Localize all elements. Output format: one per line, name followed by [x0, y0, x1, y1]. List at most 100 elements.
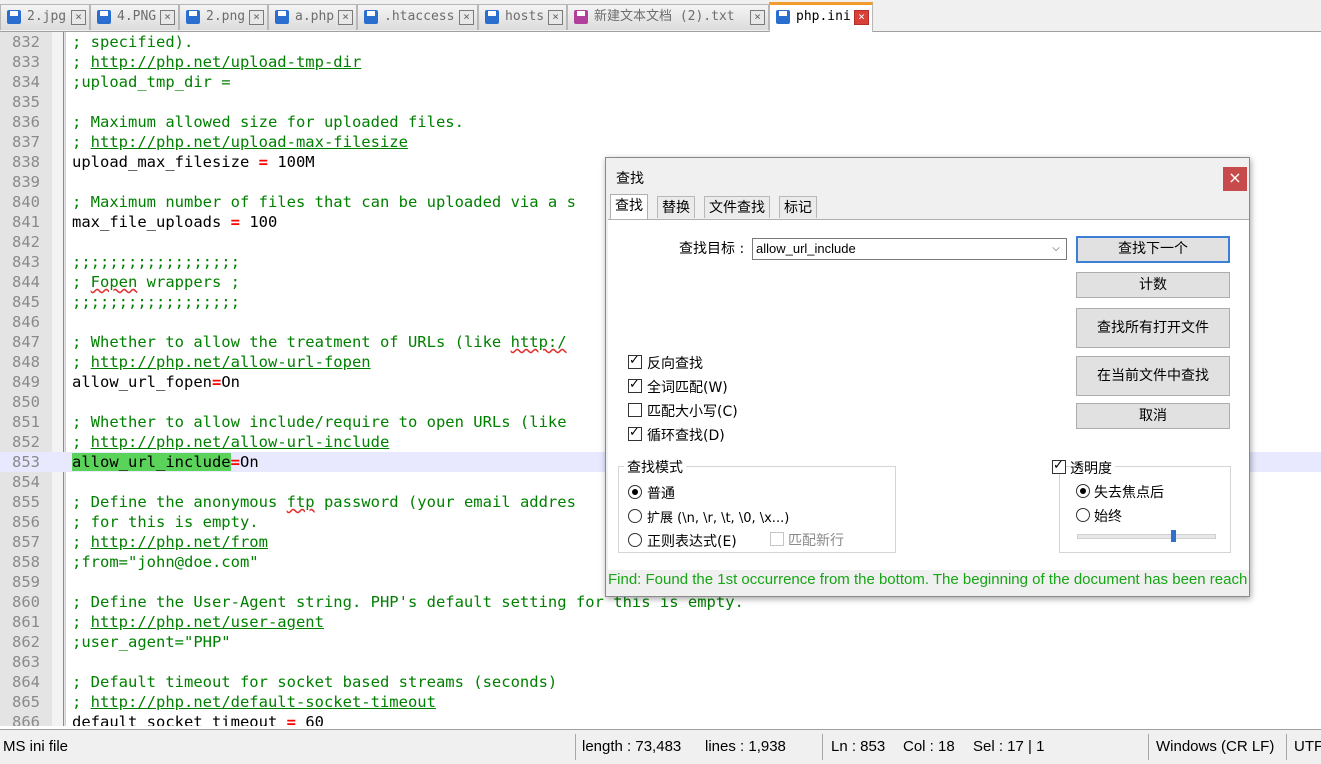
code-line[interactable]: 862 ;user_agent="PHP" — [0, 632, 1321, 652]
regex-mode-radio[interactable] — [628, 533, 642, 547]
line-number: 855 — [12, 493, 40, 511]
find-in-current-button[interactable]: 在当前文件中查找 — [1076, 356, 1230, 396]
tab-hosts[interactable]: hosts × — [478, 4, 567, 30]
close-icon[interactable]: × — [160, 10, 175, 25]
line-number: 866 — [12, 713, 40, 726]
eol-format[interactable]: Windows (CR LF) — [1156, 738, 1274, 755]
line-number: 865 — [12, 693, 40, 711]
tab-htaccess[interactable]: .htaccess × — [357, 4, 478, 30]
find-target-value: allow_url_include — [756, 241, 856, 256]
code-line[interactable]: 864 ; Default timeout for socket based st… — [0, 672, 1321, 692]
wrap-around-checkbox[interactable] — [628, 425, 642, 441]
close-icon[interactable]: × — [548, 10, 563, 25]
line-text: ;user_agent="PHP" — [72, 633, 231, 651]
backward-checkbox[interactable] — [628, 353, 642, 369]
slider-thumb[interactable] — [1171, 530, 1176, 542]
tab-new-text-doc[interactable]: 新建文本文档 (2).txt × — [567, 4, 769, 30]
code-line[interactable]: 833 ; http://php.net/upload-tmp-dir — [0, 52, 1321, 72]
save-icon — [275, 10, 289, 24]
line-text: allow_url_fopen=On — [72, 373, 240, 391]
on-lose-focus-label: 失去焦点后 — [1094, 485, 1164, 501]
line-number: 864 — [12, 673, 40, 691]
whole-word-label: 全词匹配(W) — [647, 380, 728, 396]
tab-label: 4.PNG — [117, 9, 157, 24]
close-button[interactable]: × — [1223, 167, 1247, 191]
close-icon[interactable]: × — [459, 10, 474, 25]
line-number: 856 — [12, 513, 40, 531]
chevron-down-icon[interactable]: ⌵ — [1048, 239, 1064, 259]
tab-find-in-files[interactable]: 文件查找 — [704, 196, 770, 218]
line-text: ;from="john@doe.com" — [72, 553, 259, 571]
line-number: 834 — [12, 73, 40, 91]
code-line[interactable]: 834 ;upload_tmp_dir = — [0, 72, 1321, 92]
code-line[interactable]: 835 — [0, 92, 1321, 112]
column-position: Col : 18 — [903, 738, 955, 755]
find-next-button[interactable]: 查找下一个 — [1076, 236, 1230, 263]
close-icon[interactable]: × — [249, 10, 264, 25]
line-number: 848 — [12, 353, 40, 371]
find-dialog: 查找 × 查找 替换 文件查找 标记 查找目标 : allow_url_incl… — [605, 157, 1250, 597]
match-case-checkbox[interactable] — [628, 403, 642, 417]
code-line[interactable]: 832 ; specified). — [0, 32, 1321, 52]
line-text: ;;;;;;;;;;;;;;;;;; — [72, 253, 240, 271]
tab-label: hosts — [505, 9, 545, 24]
code-line[interactable]: 837 ; http://php.net/upload-max-filesize — [0, 132, 1321, 152]
tab-mark[interactable]: 标记 — [779, 196, 817, 218]
find-target-combobox[interactable]: allow_url_include ⌵ — [752, 238, 1067, 260]
tab-php-ini[interactable]: php.ini × — [769, 2, 873, 32]
normal-mode-radio[interactable] — [628, 485, 642, 499]
line-number: 840 — [12, 193, 40, 211]
tab-4-png[interactable]: 4.PNG × — [90, 4, 179, 30]
line-text: ; Define the anonymous ftp password (you… — [72, 493, 576, 511]
regex-mode-label: 正则表达式(E) — [647, 534, 737, 550]
tab-label: a.php — [295, 9, 335, 24]
search-mode-title: 查找模式 — [624, 457, 686, 477]
line-number: 863 — [12, 653, 40, 671]
line-text: ; http://php.net/upload-max-filesize — [72, 133, 408, 151]
tab-a-php[interactable]: a.php × — [268, 4, 357, 30]
transparency-checkbox[interactable] — [1052, 458, 1066, 474]
find-all-open-button[interactable]: 查找所有打开文件 — [1076, 308, 1230, 348]
line-number: 847 — [12, 333, 40, 351]
line-text: ; Whether to allow include/require to op… — [72, 413, 567, 431]
extended-mode-radio[interactable] — [628, 509, 642, 523]
line-number: 861 — [12, 613, 40, 631]
tab-label: 2.jpg — [27, 9, 67, 24]
whole-word-checkbox[interactable] — [628, 377, 642, 393]
encoding[interactable]: UTF — [1294, 738, 1321, 755]
tab-2-jpg[interactable]: 2.jpg × — [0, 4, 90, 30]
find-target-label: 查找目标 : — [679, 241, 745, 257]
line-number: 843 — [12, 253, 40, 271]
count-button[interactable]: 计数 — [1076, 272, 1230, 298]
status-bar: MS ini file length : 73,483 lines : 1,93… — [0, 729, 1321, 764]
always-radio[interactable] — [1076, 508, 1090, 522]
line-text: allow_url_include=On — [72, 453, 259, 471]
tab-replace[interactable]: 替换 — [657, 196, 695, 218]
tab-find[interactable]: 查找 — [610, 194, 648, 220]
cancel-button[interactable]: 取消 — [1076, 403, 1230, 429]
code-line[interactable]: 865 ; http://php.net/default-socket-timeo… — [0, 692, 1321, 712]
length-info: length : 73,483 — [582, 738, 682, 755]
code-line[interactable]: 866 default_socket_timeout = 60 — [0, 712, 1321, 726]
close-icon[interactable]: × — [854, 10, 869, 25]
close-icon[interactable]: × — [750, 10, 765, 25]
line-text: upload_max_filesize = 100M — [72, 153, 315, 171]
code-line[interactable]: 861 ; http://php.net/user-agent — [0, 612, 1321, 632]
line-number: 842 — [12, 233, 40, 251]
transparency-slider[interactable] — [1077, 534, 1216, 539]
line-text: ; http://php.net/allow-url-include — [72, 433, 390, 451]
line-text: ; Fopen wrappers ; — [72, 273, 240, 291]
close-icon[interactable]: × — [338, 10, 353, 25]
on-lose-focus-radio[interactable] — [1076, 484, 1090, 498]
backward-label: 反向查找 — [647, 356, 703, 372]
line-text: ;;;;;;;;;;;;;;;;;; — [72, 293, 240, 311]
line-text: ; Whether to allow the treatment of URLs… — [72, 333, 567, 351]
match-newline-checkbox[interactable] — [770, 532, 784, 546]
close-icon[interactable]: × — [71, 10, 86, 25]
tab-2-png[interactable]: 2.png × — [179, 4, 268, 30]
code-line[interactable]: 863 — [0, 652, 1321, 672]
tab-label: 新建文本文档 (2).txt — [594, 9, 735, 24]
code-line[interactable]: 836 ; Maximum allowed size for uploaded f… — [0, 112, 1321, 132]
tab-label: 2.png — [206, 9, 246, 24]
status-divider — [822, 734, 823, 760]
